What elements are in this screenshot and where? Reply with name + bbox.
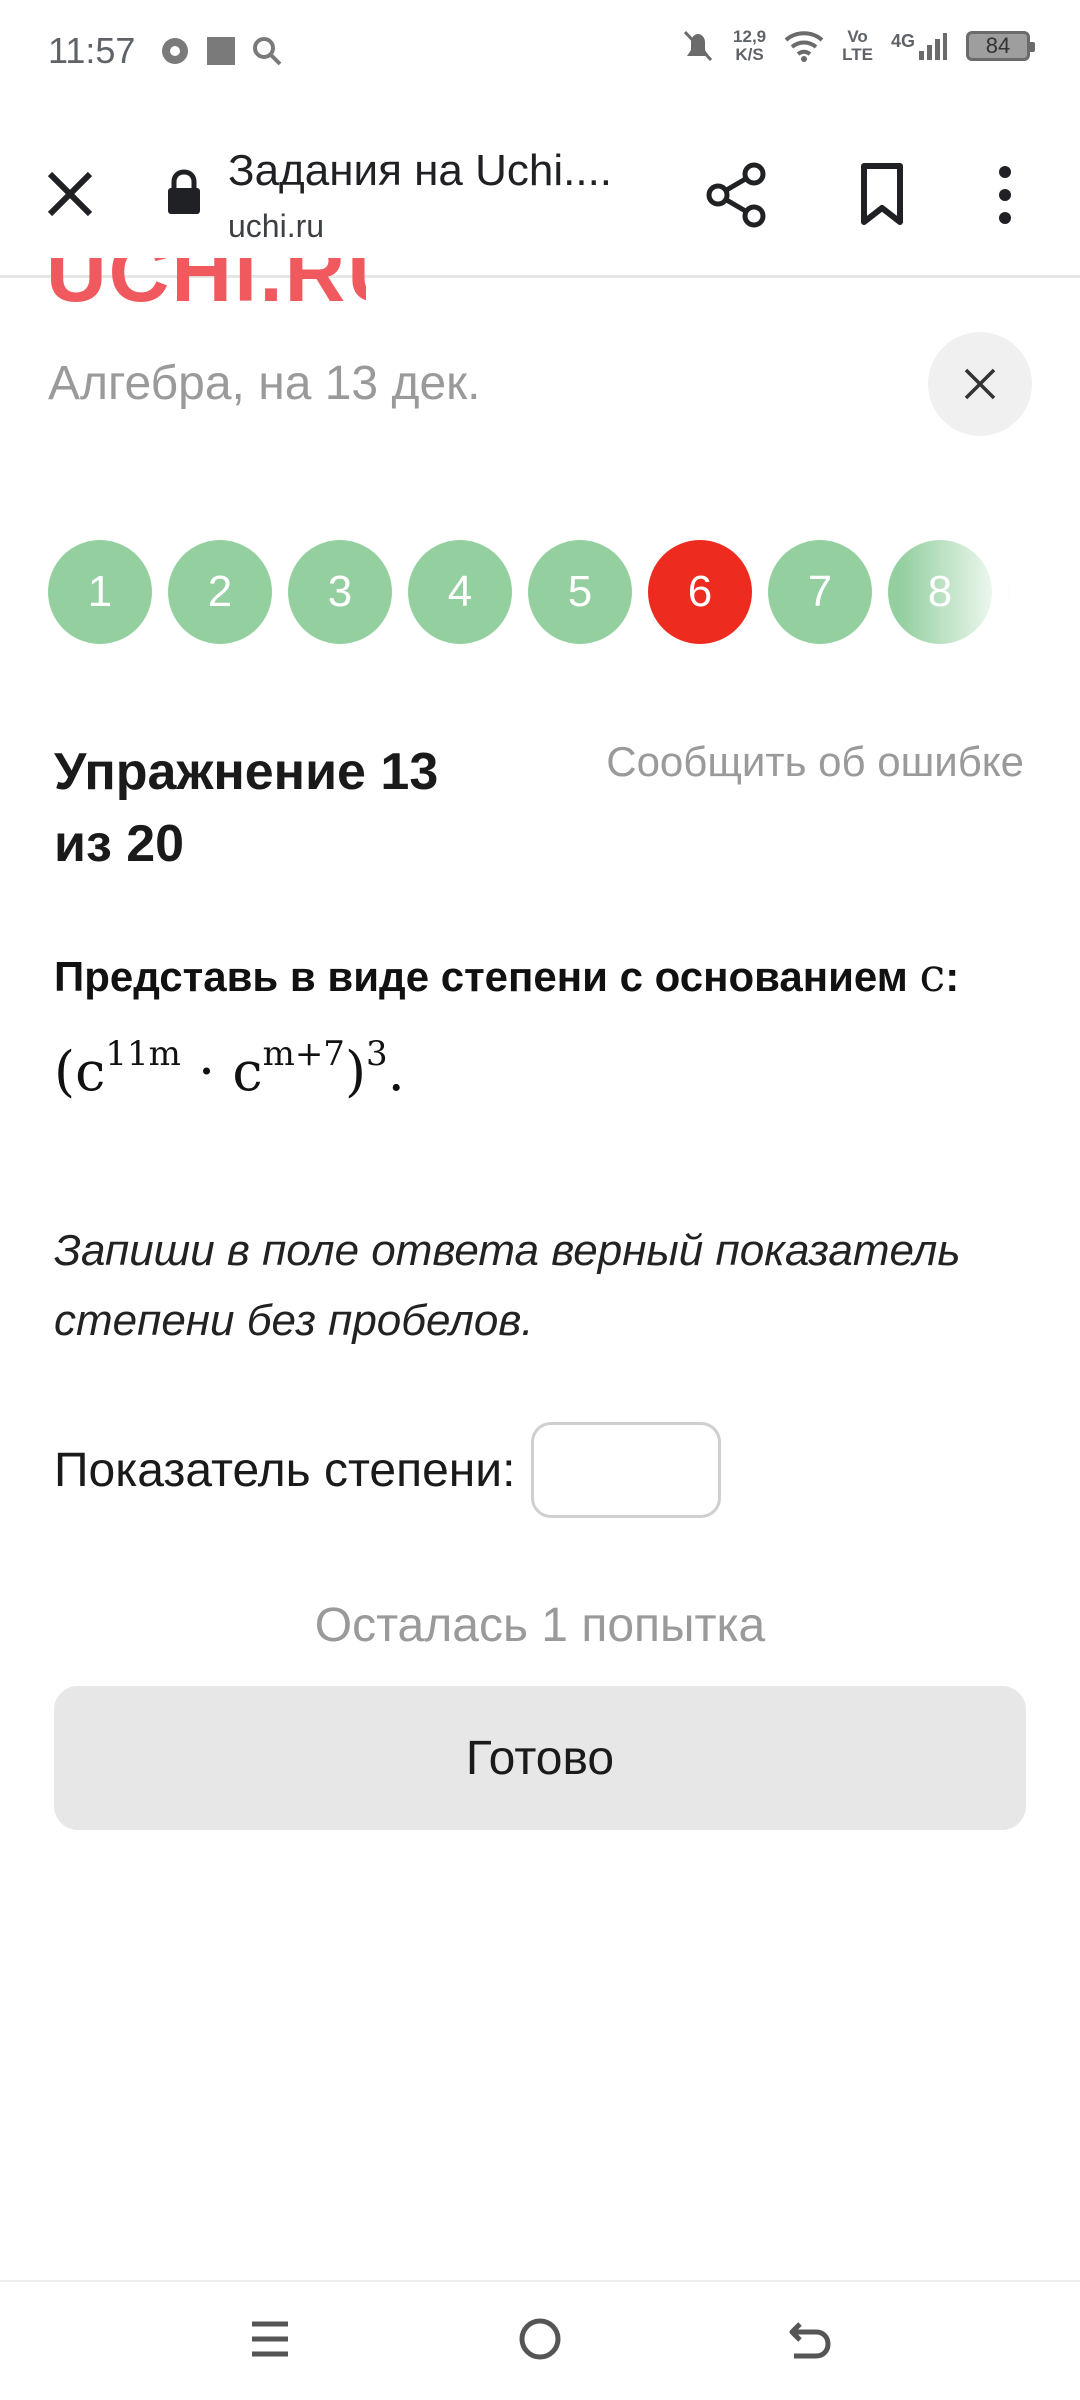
status-bar: 11:57 12,9 K/S Vo LTE 4G 84 [0, 0, 1080, 110]
logo-text: UCHi.RU [46, 258, 366, 318]
battery-level: 84 [985, 33, 1011, 58]
close-icon [964, 368, 996, 400]
more-icon[interactable] [990, 160, 1020, 230]
step-7[interactable]: 7 [768, 540, 872, 644]
home-icon[interactable] [516, 2314, 564, 2364]
formula-open: (c [54, 1040, 106, 1103]
task-statement: Представь в виде степени с основанием c: [54, 948, 959, 1002]
battery-icon: 84 [966, 31, 1035, 61]
exercise-number: Упражнение 13 [54, 743, 439, 801]
formula-exp2: m+7 [262, 1034, 345, 1074]
share-icon[interactable] [702, 160, 772, 230]
task-colon: : [945, 953, 960, 1000]
step-5[interactable]: 5 [528, 540, 632, 644]
step-8[interactable]: 8 [888, 540, 992, 644]
formula-exp1: 11m [105, 1034, 181, 1074]
exponent-input[interactable] [531, 1422, 722, 1518]
volte-top: Vo [847, 27, 868, 46]
step-6[interactable]: 6 [648, 540, 752, 644]
answer-row: Показатель степени: [54, 1422, 722, 1518]
step-2[interactable]: 2 [168, 540, 272, 644]
network-type: 4G [890, 31, 915, 51]
hint-text: Запиши в поле ответа верный показатель с… [54, 1226, 961, 1345]
exercise-title: Упражнение 13 из 20 [54, 736, 494, 880]
image-icon [207, 37, 235, 65]
back-icon[interactable] [786, 2314, 834, 2364]
volte-bottom: LTE [842, 45, 873, 64]
step-4[interactable]: 4 [408, 540, 512, 644]
wifi-icon [784, 31, 824, 62]
attempts-remaining: Осталась 1 попытка [314, 1599, 766, 1652]
page-url[interactable]: uchi.ru [228, 208, 324, 245]
answer-label: Показатель степени: [54, 1443, 516, 1497]
lesson-subtitle: Алгебра, на 13 дек. [48, 357, 481, 410]
close-button[interactable] [928, 332, 1032, 436]
exercise-total: из 20 [54, 815, 185, 873]
browser-toolbar: Задания на Uchi.... uchi.ru [0, 110, 1080, 278]
net-speed-unit: K/S [735, 45, 764, 64]
page-title[interactable]: Задания на Uchi.... [228, 146, 648, 196]
chrome-icon [162, 38, 188, 64]
step-9[interactable]: 9 [1008, 540, 1032, 644]
close-tab-icon[interactable] [40, 164, 100, 224]
math-formula: (c11m · cm+7)3. [54, 1034, 405, 1103]
lock-icon [168, 169, 200, 214]
volte-indicator: Vo LTE [842, 28, 873, 64]
step-3[interactable]: 3 [288, 540, 392, 644]
formula-exp3: 3 [366, 1034, 388, 1074]
step-indicator: 1 2 3 4 5 6 7 8 9 [48, 540, 1032, 644]
mute-icon [683, 30, 713, 62]
menu-icon[interactable] [248, 2314, 292, 2364]
bookmark-icon[interactable] [852, 160, 912, 230]
task-variable: c [919, 948, 946, 1002]
report-error-link[interactable]: Сообщить об ошибке [606, 738, 1024, 786]
formula-close: ) [344, 1040, 367, 1103]
search-icon [253, 37, 282, 66]
net-speed-value: 12,9 [733, 27, 767, 46]
signal-indicator: 4G [891, 31, 948, 61]
status-time: 11:57 [48, 30, 136, 71]
formula-end: . [387, 1040, 405, 1103]
signal-icon [919, 33, 947, 60]
formula-mid: · c [180, 1040, 263, 1103]
task-text: Представь в виде степени с основанием [54, 953, 920, 1000]
uchi-logo[interactable]: UCHi.RU [46, 258, 366, 318]
done-button[interactable]: Готово [54, 1686, 1026, 1830]
net-speed: 12,9 K/S [733, 28, 766, 64]
system-nav-bar [0, 2280, 1080, 2400]
step-1[interactable]: 1 [48, 540, 152, 644]
